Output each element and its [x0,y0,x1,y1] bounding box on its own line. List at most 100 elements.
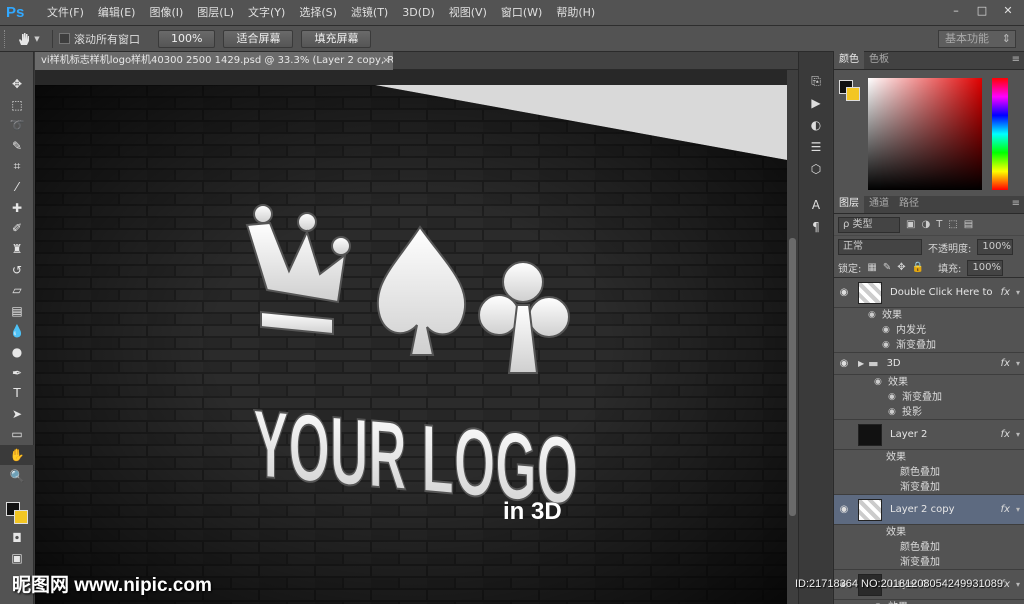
menu-file[interactable]: 文件(F) [40,0,91,26]
type-filter-icon[interactable]: T [936,219,942,230]
menu-3d[interactable]: 3D(D) [395,0,442,26]
menu-window[interactable]: 窗口(W) [494,0,549,26]
menu-help[interactable]: 帮助(H) [549,0,602,26]
chevron-down-icon[interactable]: ▾ [1016,430,1020,439]
filter-kind-select[interactable]: ρ 类型 [838,216,900,233]
smart-object-filter-icon[interactable]: ▤ [964,219,973,230]
visibility-eye-icon[interactable]: ◉ [834,504,854,515]
3d-panel-icon[interactable]: ⬡ [799,158,833,180]
visibility-eye-icon[interactable]: ◉ [888,405,902,420]
maximize-button[interactable]: □ [972,3,992,17]
tab-swatches[interactable]: 色板 [864,51,894,69]
path-select-tool-icon[interactable]: ➤ [0,404,34,425]
tab-channels[interactable]: 通道 [864,195,894,213]
lock-all-icon[interactable]: 🔒 [912,262,924,273]
visibility-eye-icon[interactable]: ◉ [874,600,888,604]
shape-tool-icon[interactable]: ▭ [0,424,34,445]
menu-select[interactable]: 选择(S) [292,0,344,26]
history-brush-tool-icon[interactable]: ↺ [0,259,34,280]
menu-edit[interactable]: 编辑(E) [91,0,143,26]
tab-color[interactable]: 颜色 [834,51,864,69]
blur-tool-icon[interactable]: 💧 [0,321,34,342]
history-panel-icon[interactable]: ⎘ [799,70,833,92]
eraser-tool-icon[interactable]: ▱ [0,280,34,301]
pixel-filter-icon[interactable]: ▣ [906,219,915,230]
menu-layer[interactable]: 图层(L) [190,0,241,26]
document-canvas[interactable]: YOUR LOGO in 3D [35,85,787,604]
chevron-down-icon[interactable]: ▾ [1016,580,1020,589]
pen-tool-icon[interactable]: ✒ [0,362,34,383]
visibility-eye-icon[interactable]: ◉ [888,390,902,405]
shape-filter-icon[interactable]: ⬚ [948,219,957,230]
background-color-swatch[interactable] [846,87,860,101]
panel-menu-icon[interactable]: ≡ [1012,198,1020,209]
panel-menu-icon[interactable]: ≡ [1012,54,1020,65]
color-field[interactable] [868,78,982,190]
healing-tool-icon[interactable]: ✚ [0,198,34,219]
visibility-eye-icon[interactable]: ◉ [868,308,882,323]
minimize-button[interactable]: – [946,3,966,17]
move-tool-icon[interactable]: ✥ [0,74,34,95]
type-tool-icon[interactable]: T [0,383,34,404]
zoom-tool-icon[interactable]: 🔍 [0,465,34,486]
screen-mode-icon[interactable]: ▣ [0,548,34,569]
quick-select-tool-icon[interactable]: ✎ [0,136,34,157]
adjustments-panel-icon[interactable]: ◐ [799,114,833,136]
tab-layers[interactable]: 图层 [834,195,864,213]
fx-icon[interactable]: fx [1001,504,1010,515]
close-icon[interactable]: × [382,52,390,70]
layer-group-row[interactable]: ◉ ▶ ▬ 3D fx ▾ [834,353,1024,375]
stamp-tool-icon[interactable]: ♜ [0,239,34,260]
tool-preset-picker[interactable]: ▼ [10,29,46,49]
visibility-eye-icon[interactable]: ◉ [874,375,888,390]
actions-panel-icon[interactable]: ▶ [799,92,833,114]
background-color-swatch[interactable] [14,510,28,524]
lock-paint-icon[interactable]: ✎ [883,262,891,273]
menu-image[interactable]: 图像(I) [142,0,190,26]
dodge-tool-icon[interactable]: ● [0,342,34,363]
layer-row[interactable]: ◉ Double Click Here to ... fx ▾ [834,278,1024,308]
fx-icon[interactable]: fx [1001,287,1010,298]
properties-panel-icon[interactable]: ☰ [799,136,833,158]
workspace-select[interactable]: 基本功能 ⇕ [938,30,1016,48]
disclosure-triangle-icon[interactable]: ▶ [858,359,864,368]
visibility-eye-icon[interactable]: ◉ [834,287,854,298]
brush-tool-icon[interactable]: ✐ [0,218,34,239]
paragraph-panel-icon[interactable]: ¶ [799,216,833,238]
visibility-eye-icon[interactable]: ◉ [882,338,896,353]
canvas-vertical-scrollbar[interactable] [787,70,798,604]
hue-slider[interactable] [992,78,1008,190]
chevron-down-icon[interactable]: ▾ [1016,288,1020,297]
marquee-tool-icon[interactable]: ⬚ [0,95,34,116]
adjustment-filter-icon[interactable]: ◑ [921,219,930,230]
menu-filter[interactable]: 滤镜(T) [344,0,395,26]
fx-icon[interactable]: fx [1001,358,1010,369]
tab-paths[interactable]: 路径 [894,195,924,213]
crop-tool-icon[interactable]: ⌗ [0,156,34,177]
layer-row[interactable]: Layer 2 fx ▾ [834,420,1024,450]
fill-screen-button[interactable]: 填充屏幕 [301,29,372,48]
chevron-down-icon[interactable]: ▾ [1016,505,1020,514]
fill-input[interactable]: 100% [967,259,1004,276]
quick-mask-icon[interactable]: ◘ [0,528,34,549]
close-button[interactable]: ✕ [998,3,1018,17]
scroll-all-checkbox[interactable] [59,33,70,44]
fit-screen-button[interactable]: 适合屏幕 [223,29,294,48]
fx-icon[interactable]: fx [1001,429,1010,440]
gradient-tool-icon[interactable]: ▤ [0,301,34,322]
hand-tool-icon[interactable]: ✋ [0,444,34,466]
opacity-input[interactable]: 100% [977,239,1014,255]
canvas-area[interactable]: YOUR LOGO in 3D [35,70,787,604]
lasso-tool-icon[interactable]: ➰ [0,115,34,136]
character-panel-icon[interactable]: A [799,194,833,216]
scrollbar-thumb[interactable] [789,238,796,516]
eyedropper-tool-icon[interactable]: ⁄ [0,177,34,198]
lock-pixels-icon[interactable]: ▦ [867,262,876,273]
visibility-eye-icon[interactable]: ◉ [834,358,854,369]
document-tab[interactable]: vi样机标志样机logo样机40300 2500 1429.psd @ 33.3… [35,52,393,70]
chevron-down-icon[interactable]: ▾ [1016,359,1020,368]
menu-view[interactable]: 视图(V) [442,0,494,26]
zoom-100-button[interactable]: 100% [158,29,216,48]
menu-type[interactable]: 文字(Y) [241,0,292,26]
layer-row-selected[interactable]: ◉ Layer 2 copy fx ▾ [834,495,1024,525]
